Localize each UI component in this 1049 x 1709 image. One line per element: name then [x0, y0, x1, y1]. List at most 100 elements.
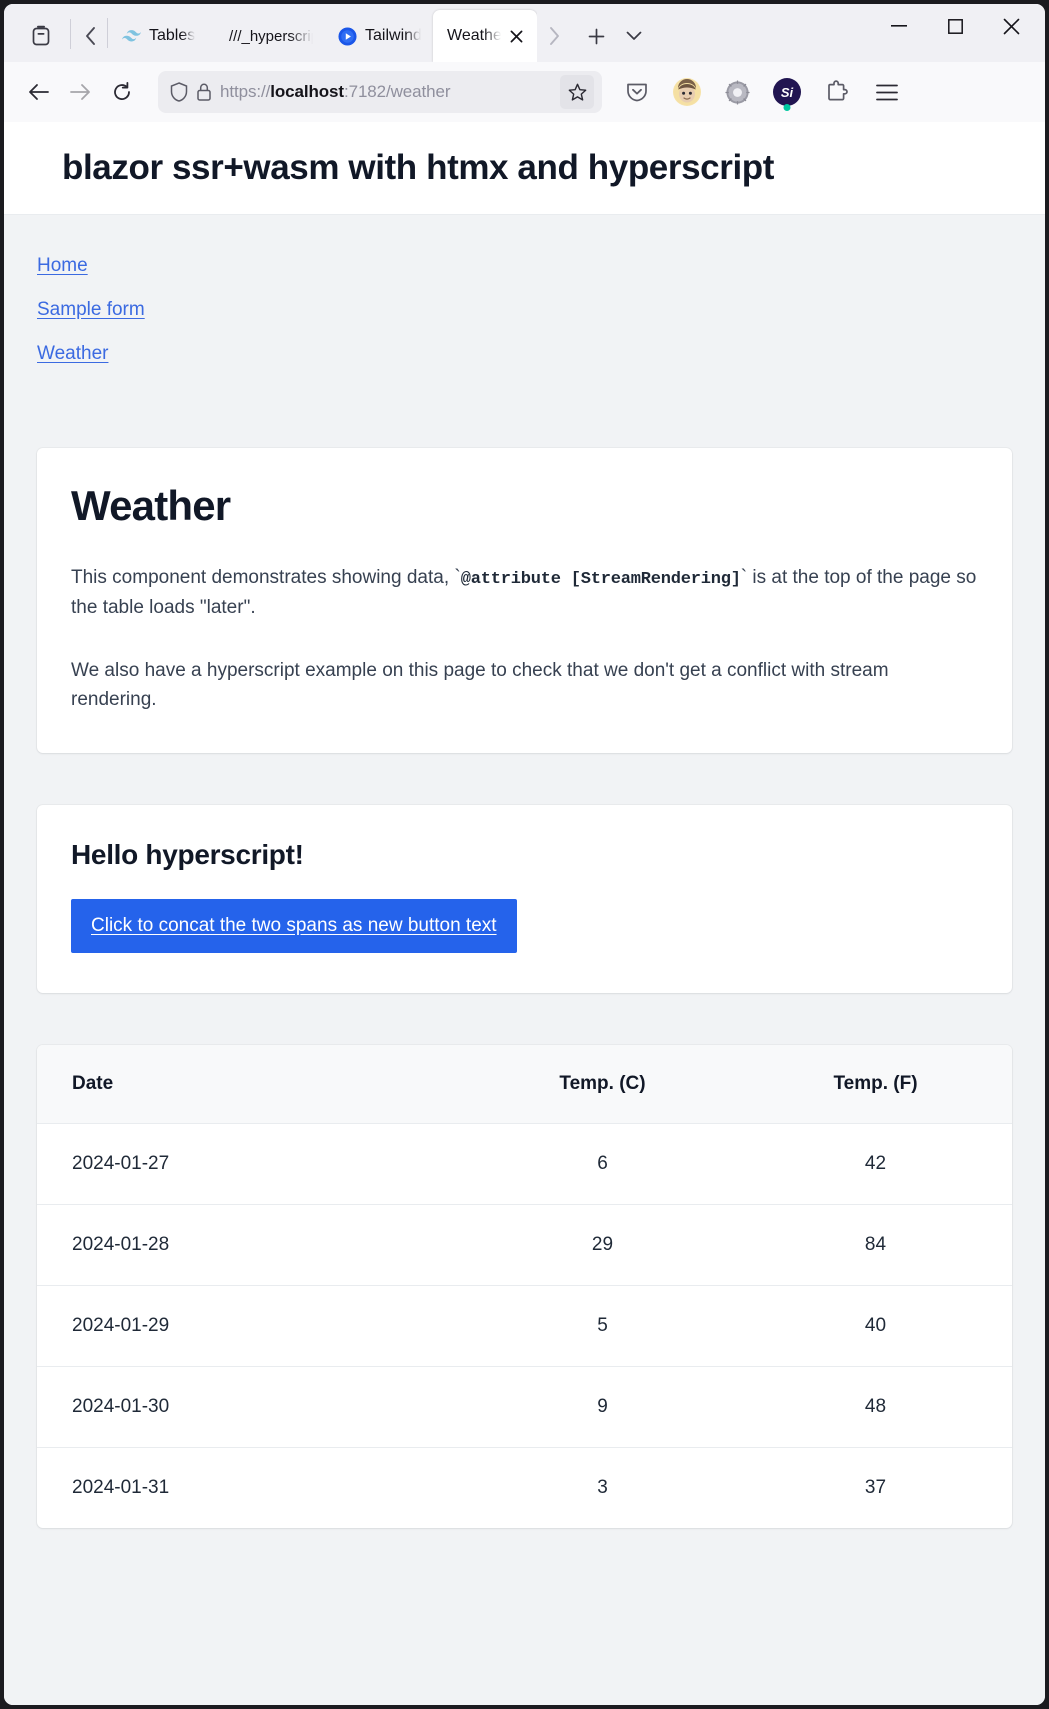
site-header: blazor ssr+wasm with htmx and hyperscrip…	[4, 122, 1045, 215]
tab-strip: Tables ///_hyperscript Tailwind CSS Weat…	[4, 4, 1045, 62]
tab-label: Tables	[149, 27, 196, 44]
forward-button[interactable]	[60, 72, 100, 112]
pocket-icon[interactable]	[614, 71, 660, 113]
hamburger-menu-icon[interactable]	[864, 71, 910, 113]
table-row: 2024-01-30 9 48	[37, 1365, 1012, 1448]
weather-heading: Weather	[71, 482, 231, 529]
chevron-right-icon	[549, 27, 559, 45]
tab-label: Tailwind CSS	[365, 27, 421, 44]
chevron-left-icon	[85, 27, 95, 45]
column-header-temp-c: Temp. (C)	[559, 1072, 646, 1094]
url-text[interactable]: https://localhost:7182/weather	[220, 82, 552, 102]
cell-temp-f: 40	[739, 1284, 1012, 1367]
nav-link-weather[interactable]: Weather	[37, 343, 108, 365]
page-viewport: blazor ssr+wasm with htmx and hyperscrip…	[4, 122, 1045, 1705]
si-badge-label: Si	[773, 78, 801, 106]
url-bar[interactable]: https://localhost:7182/weather	[158, 71, 602, 113]
cell-temp-c: 6	[466, 1122, 739, 1205]
cell-temp-f: 42	[739, 1122, 1012, 1205]
arrow-left-icon	[28, 84, 49, 100]
tailwind-wave-icon	[121, 26, 141, 46]
list-all-tabs-button[interactable]	[615, 17, 653, 55]
toolbar-divider	[70, 19, 71, 49]
reload-button[interactable]	[102, 72, 142, 112]
tab-tailwind[interactable]: Tailwind CSS	[325, 14, 433, 58]
lock-icon[interactable]	[196, 82, 212, 102]
nav-link-home[interactable]: Home	[37, 255, 88, 277]
window-controls	[871, 4, 1039, 62]
new-tab-button[interactable]	[577, 17, 615, 55]
avatar	[673, 78, 701, 106]
avatar-extension-icon[interactable]	[664, 71, 710, 113]
cell-temp-c: 5	[466, 1284, 739, 1367]
cell-temp-c: 9	[466, 1365, 739, 1448]
weather-paragraph-2: We also have a hyperscript example on th…	[71, 659, 889, 711]
nav-link-sample-form[interactable]: Sample form	[37, 299, 145, 321]
table-row: 2024-01-27 6 42	[37, 1122, 1012, 1205]
paragraph-text-before: This component demonstrates showing data…	[71, 567, 461, 588]
weather-table-card: Date Temp. (C) Temp. (F) 2024-01-27 6 42…	[37, 1044, 1012, 1528]
cell-date: 2024-01-28	[37, 1203, 466, 1286]
tab-close-icon[interactable]	[505, 25, 527, 47]
table-row: 2024-01-31 3 37	[37, 1446, 1012, 1528]
reload-icon	[114, 82, 130, 100]
page-title: blazor ssr+wasm with htmx and hyperscrip…	[62, 148, 775, 187]
cell-date: 2024-01-31	[37, 1446, 466, 1528]
minimize-button[interactable]	[871, 4, 927, 48]
tab-tables[interactable]: Tables	[109, 14, 217, 58]
gear-extension-icon[interactable]	[714, 71, 760, 113]
si-extension-icon[interactable]: Si	[764, 71, 810, 113]
table-head: Date Temp. (C) Temp. (F)	[37, 1044, 1012, 1124]
weather-info-card: Weather This component demonstrates show…	[37, 448, 1012, 753]
play-circle-icon	[337, 26, 357, 46]
maximize-icon	[947, 18, 963, 34]
column-header-temp-f: Temp. (F)	[833, 1072, 918, 1094]
maximize-button[interactable]	[927, 4, 983, 48]
concat-spans-button[interactable]: Click to concat the two spans as new but…	[71, 898, 517, 953]
column-header-date: Date	[72, 1072, 114, 1094]
tab-hyperscript[interactable]: ///_hyperscript	[217, 14, 325, 58]
minimize-icon	[891, 25, 907, 27]
firefox-view-button[interactable]	[18, 14, 64, 58]
arrow-right-icon	[69, 84, 90, 100]
firefox-view-icon	[32, 25, 50, 46]
cell-temp-c: 29	[466, 1203, 739, 1286]
star-icon	[568, 83, 586, 101]
back-button[interactable]	[18, 72, 58, 112]
hyperscript-card: Hello hyperscript! Click to concat the t…	[37, 804, 1012, 993]
stream-rendering-code: @attribute [StreamRendering]	[460, 570, 741, 589]
weather-table: Date Temp. (C) Temp. (F) 2024-01-27 6 42…	[37, 1044, 1012, 1528]
table-row: 2024-01-29 5 40	[37, 1284, 1012, 1367]
hyperscript-heading: Hello hyperscript!	[71, 838, 304, 870]
tab-label: Weather	[447, 27, 501, 44]
nav-row: Sample form	[37, 299, 1045, 343]
puzzle-icon[interactable]	[814, 71, 860, 113]
extension-status-dot	[783, 104, 791, 111]
cell-temp-f: 84	[739, 1203, 1012, 1286]
shield-icon[interactable]	[170, 82, 188, 102]
bookmark-star-button[interactable]	[560, 75, 594, 109]
tabs-track: Tables ///_hyperscript Tailwind CSS Weat…	[107, 4, 537, 62]
browser-window: Tables ///_hyperscript Tailwind CSS Weat…	[4, 4, 1045, 1705]
navigation-toolbar: https://localhost:7182/weather Si	[4, 62, 1045, 122]
table-body: 2024-01-27 6 42 2024-01-28 29 84 2024-01…	[37, 1122, 1012, 1528]
cell-temp-c: 3	[466, 1446, 739, 1528]
plus-icon	[588, 28, 604, 44]
main-content: Weather This component demonstrates show…	[4, 448, 1045, 1528]
site-navigation: Home Sample form Weather	[4, 215, 1045, 387]
chevron-down-icon	[626, 31, 642, 40]
close-window-button[interactable]	[983, 4, 1039, 48]
table-row: 2024-01-28 29 84	[37, 1203, 1012, 1286]
tab-label: ///_hyperscript	[229, 27, 313, 45]
cell-temp-f: 48	[739, 1365, 1012, 1448]
weather-paragraph-1: This component demonstrates showing data…	[71, 563, 978, 623]
close-icon	[1003, 18, 1019, 34]
table-header-row: Date Temp. (C) Temp. (F)	[37, 1044, 1012, 1124]
tab-scroll-left-button[interactable]	[73, 14, 107, 58]
nav-row: Home	[37, 255, 1045, 299]
nav-row: Weather	[37, 343, 1045, 387]
cell-date: 2024-01-29	[37, 1284, 466, 1367]
toolbar-extension-icons: Si	[614, 71, 910, 113]
tab-weather[interactable]: Weather	[433, 10, 537, 62]
tab-scroll-right-button[interactable]	[537, 14, 571, 58]
